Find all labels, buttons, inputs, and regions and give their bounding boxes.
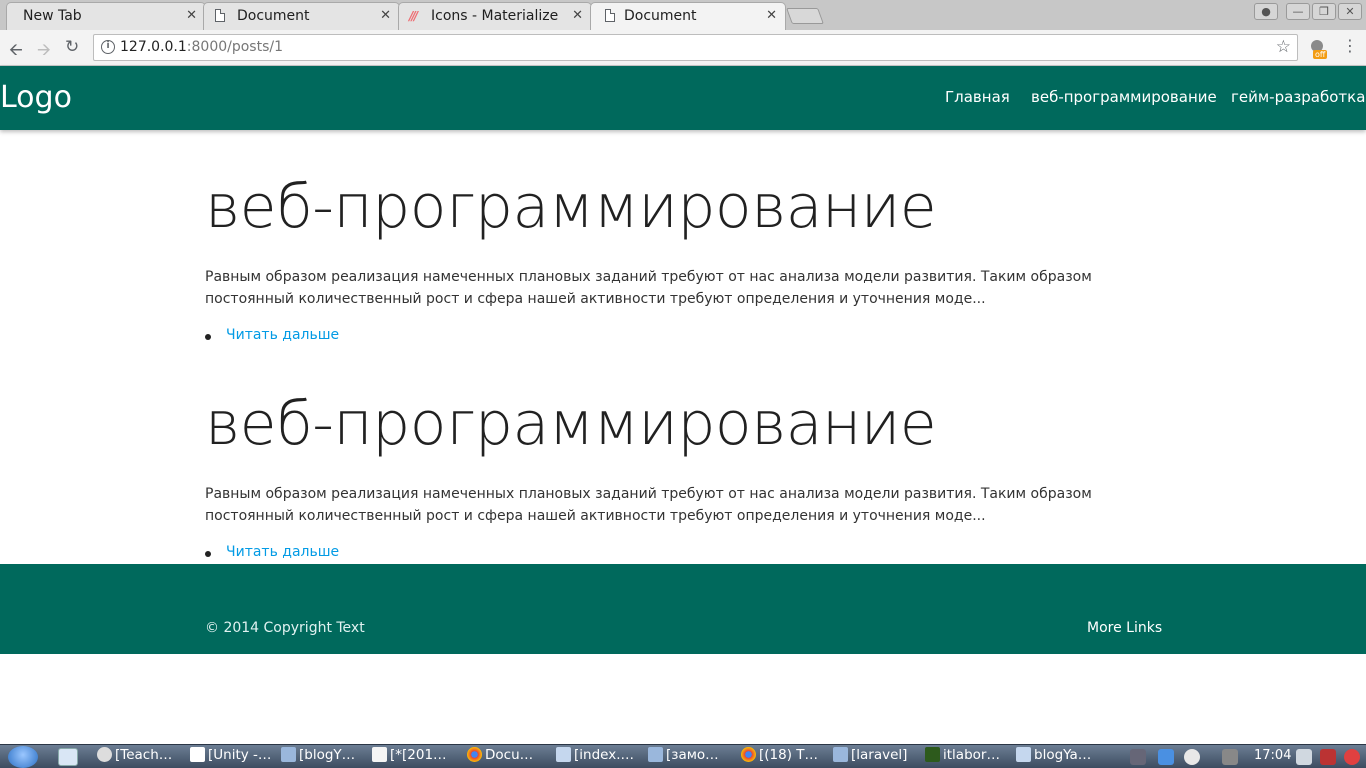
url-text: 127.0.0.1:8000/posts/1 — [120, 39, 284, 55]
taskbar-item[interactable]: [blogY… — [281, 747, 367, 767]
site-footer: © 2014 Copyright Text More Links — [0, 564, 1366, 654]
document-icon — [605, 9, 615, 22]
site-navbar: Logo Главная веб-программирование гейм-р… — [0, 66, 1366, 130]
back-icon[interactable]: 🡨 — [9, 37, 23, 66]
info-icon[interactable]: i — [101, 40, 115, 54]
clock: 17:04 — [1254, 748, 1292, 763]
minimize-button[interactable]: — — [1286, 3, 1310, 20]
forward-icon[interactable]: 🡪 — [37, 37, 51, 66]
power-icon[interactable] — [1344, 749, 1360, 765]
read-more-link[interactable]: Читать дальше — [226, 544, 339, 560]
address-bar[interactable]: i 127.0.0.1:8000/posts/1 ☆ — [93, 34, 1298, 61]
chrome-icon — [467, 747, 482, 762]
site-logo[interactable]: Logo — [0, 80, 72, 115]
usb-icon[interactable] — [1130, 749, 1146, 765]
post-title: веб-программирование — [205, 172, 937, 242]
browser-tab-strip: New Tab ✕ Document ✕ /// Icons - Materia… — [0, 0, 1366, 30]
taskbar-item[interactable]: [Teach… — [97, 747, 185, 767]
footer-copyright: © 2014 Copyright Text — [205, 620, 365, 636]
bullet-icon — [205, 334, 211, 340]
dropbox-icon[interactable] — [1158, 749, 1174, 765]
post-excerpt: Равным образом реализация намеченных пла… — [205, 486, 1092, 524]
bullet-icon — [205, 551, 211, 557]
window-icon — [556, 747, 571, 762]
post-title: веб-программирование — [205, 389, 937, 459]
chrome-icon — [741, 747, 756, 762]
chrome-menu-icon[interactable]: ⋮ — [1342, 36, 1358, 55]
post-excerpt: Равным образом реализация намеченных пла… — [205, 269, 1092, 307]
tab-new-tab[interactable]: New Tab ✕ — [6, 2, 206, 30]
taskbar-item[interactable]: [Unity -… — [190, 747, 276, 767]
reload-icon[interactable]: ↻ — [65, 37, 79, 57]
close-icon[interactable]: ✕ — [766, 8, 777, 23]
bookmark-star-icon[interactable]: ☆ — [1276, 37, 1291, 57]
chat-icon[interactable] — [1184, 749, 1200, 765]
tab-document-1[interactable]: Document ✕ — [203, 2, 400, 30]
unity-icon — [190, 747, 205, 762]
window-icon — [1016, 747, 1031, 762]
folder-icon — [281, 747, 296, 762]
taskbar-item[interactable]: [*[201… — [372, 747, 460, 767]
terminal-icon — [925, 747, 940, 762]
nav-link-web-dev[interactable]: веб-программирование — [1031, 88, 1217, 106]
show-desktop-icon[interactable] — [58, 748, 78, 766]
taskbar-item[interactable]: [(18) T… — [741, 747, 827, 767]
os-taskbar: [Teach… [Unity -… [blogY… [*[201… Docu… … — [0, 744, 1366, 768]
app-icon — [97, 747, 112, 762]
close-window-button[interactable]: ✕ — [1338, 3, 1362, 20]
close-icon[interactable]: ✕ — [186, 8, 197, 23]
tab-title: Document — [237, 8, 310, 24]
taskbar-item[interactable]: [index.… — [556, 747, 642, 767]
taskbar-item[interactable]: itlabor… — [925, 747, 1011, 767]
new-tab-button[interactable] — [786, 8, 824, 24]
taskbar-item[interactable]: [laravel] — [833, 747, 919, 767]
taskbar-item[interactable]: Docu… — [467, 747, 551, 767]
calendar-icon[interactable] — [1296, 749, 1312, 765]
taskbar-item[interactable]: blogYa… — [1016, 747, 1104, 767]
folder-icon — [833, 747, 848, 762]
materialize-icon: /// — [409, 9, 418, 23]
network-warning-icon[interactable] — [1320, 749, 1336, 765]
close-icon[interactable]: ✕ — [572, 8, 583, 23]
nav-link-game-dev[interactable]: гейм-разработка — [1231, 88, 1365, 106]
profile-button[interactable]: ● — [1254, 3, 1278, 20]
tab-title: New Tab — [23, 8, 82, 24]
folder-icon — [648, 747, 663, 762]
document-icon — [215, 9, 225, 22]
browser-toolbar: 🡨 🡪 ↻ i 127.0.0.1:8000/posts/1 ☆ off ⋮ — [0, 30, 1366, 66]
document-icon — [372, 747, 387, 762]
extension-icon[interactable]: off — [1309, 38, 1329, 59]
tab-title: Icons - Materialize — [431, 8, 559, 24]
footer-more-links[interactable]: More Links — [1087, 620, 1162, 636]
read-more-link[interactable]: Читать дальше — [226, 327, 339, 343]
tab-title: Document — [624, 8, 697, 24]
close-icon[interactable]: ✕ — [380, 8, 391, 23]
restore-button[interactable]: ❐ — [1312, 3, 1336, 20]
tab-document-active[interactable]: Document ✕ — [590, 2, 786, 30]
taskbar-item[interactable]: [замо… — [648, 747, 734, 767]
start-menu-button[interactable] — [8, 746, 38, 768]
nav-link-home[interactable]: Главная — [945, 88, 1010, 106]
tab-icons-materialize[interactable]: /// Icons - Materialize ✕ — [398, 2, 592, 30]
extension-badge: off — [1313, 50, 1328, 59]
volume-icon[interactable] — [1222, 749, 1238, 765]
